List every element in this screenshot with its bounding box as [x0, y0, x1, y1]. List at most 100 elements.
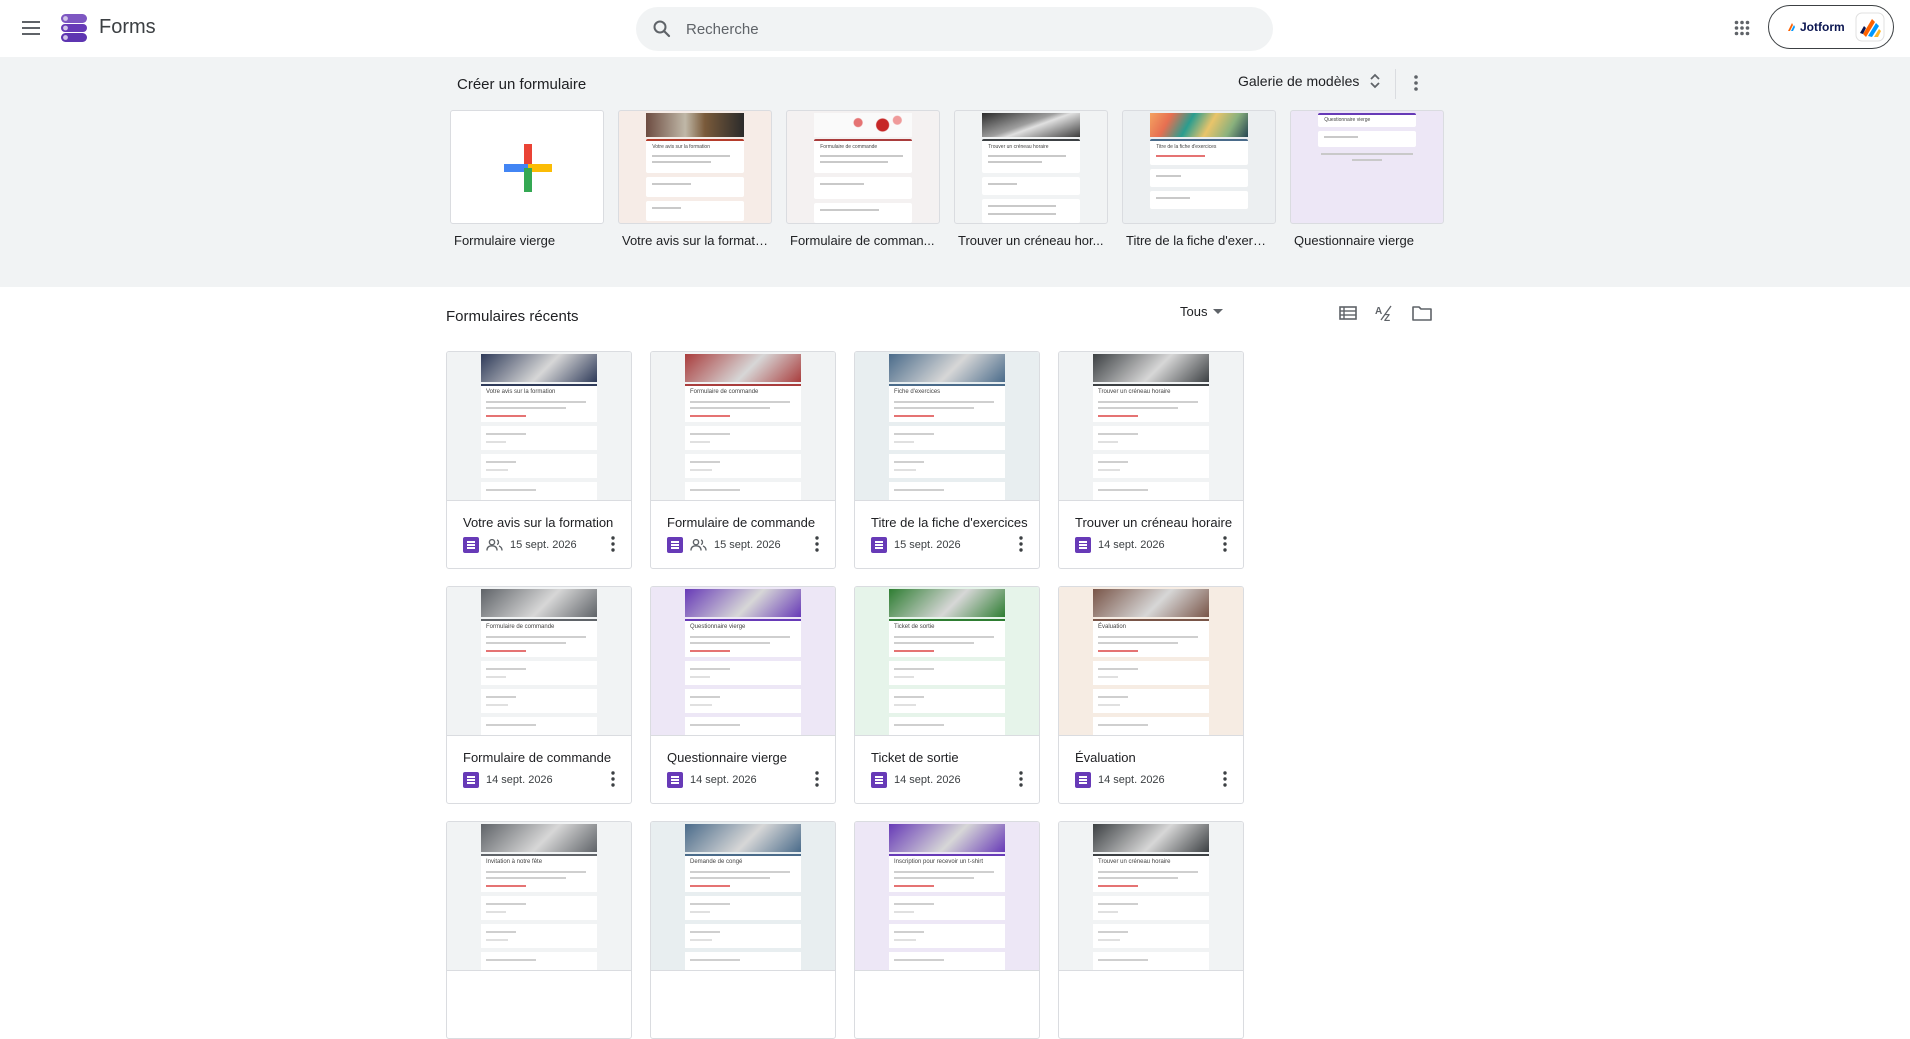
form-thumbnail: Demande de congé: [651, 822, 835, 971]
form-thumbnail: Ticket de sortie: [855, 587, 1039, 736]
form-more-button[interactable]: [1011, 767, 1031, 791]
template-thumbnail: Trouver un créneau horaire: [954, 110, 1108, 224]
form-title: Questionnaire vierge: [667, 750, 787, 765]
create-form-section: Créer un formulaire Galerie de modèles F…: [0, 57, 1910, 287]
recent-form-card[interactable]: Formulaire de commande Formulaire de comm…: [446, 586, 632, 804]
owner-filter-label: Tous: [1180, 304, 1208, 319]
form-date: 14 sept. 2026: [894, 774, 961, 786]
recent-form-card[interactable]: Formulaire de commande Formulaire de comm…: [650, 351, 836, 569]
template-order-form[interactable]: Formulaire de commande Formulaire de com…: [786, 110, 940, 248]
recent-form-card[interactable]: Demande de congé: [650, 821, 836, 1039]
form-thumbnail: Trouver un créneau horaire: [1059, 822, 1243, 971]
form-meta: 14 sept. 2026: [871, 772, 961, 788]
template-more-button[interactable]: [1404, 69, 1428, 97]
dropdown-arrow-icon: [1213, 308, 1224, 314]
form-more-button[interactable]: [807, 767, 827, 791]
form-preview-title: Évaluation: [1098, 624, 1127, 630]
form-card: [889, 426, 1005, 450]
template-blank-quiz[interactable]: Questionnaire vierge Questionnaire vierg…: [1290, 110, 1444, 248]
form-title: Trouver un créneau horaire: [1075, 515, 1233, 530]
file-picker-button[interactable]: [1408, 299, 1436, 327]
plus-icon: [504, 144, 552, 192]
form-preview-title: Questionnaire vierge: [690, 624, 746, 630]
search-icon[interactable]: [652, 19, 672, 39]
form-card: Titre de la fiche d'exercices: [1150, 139, 1248, 165]
form-card: [1318, 131, 1416, 147]
form-more-button[interactable]: [1011, 532, 1031, 556]
recent-forms-title: Formulaires récents: [446, 308, 579, 325]
template-worksheet[interactable]: Titre de la fiche d'exercices Titre de l…: [1122, 110, 1276, 248]
header-image: [685, 354, 801, 382]
forms-logo-icon[interactable]: [59, 13, 89, 43]
form-card: [1093, 924, 1209, 948]
form-meta: 15 sept. 2026: [463, 537, 577, 553]
form-more-button[interactable]: [807, 532, 827, 556]
recent-form-card[interactable]: Trouver un créneau horaire: [1058, 821, 1244, 1039]
divider: [1395, 69, 1396, 99]
search-input[interactable]: [686, 7, 1246, 51]
form-more-button[interactable]: [603, 532, 623, 556]
google-apps-button[interactable]: [1728, 14, 1756, 42]
template-gallery-button[interactable]: Galerie de modèles: [1238, 73, 1381, 89]
recent-form-card[interactable]: Évaluation Évaluation 14 sept. 2026: [1058, 586, 1244, 804]
form-meta: 14 sept. 2026: [463, 772, 553, 788]
forms-file-icon: [667, 772, 683, 788]
recent-form-card[interactable]: Questionnaire vierge Questionnaire vierge…: [650, 586, 836, 804]
recent-form-card[interactable]: Invitation à notre fête: [446, 821, 632, 1039]
form-meta: 15 sept. 2026: [667, 537, 781, 553]
form-preview-title: Questionnaire vierge: [1324, 117, 1371, 123]
header-image: [685, 824, 801, 852]
recent-form-card[interactable]: Ticket de sortie Ticket de sortie 14 sept.…: [854, 586, 1040, 804]
template-feedback[interactable]: Votre avis sur la formation Votre avis s…: [618, 110, 772, 248]
template-time-slot[interactable]: Trouver un créneau horaire Trouver un cr…: [954, 110, 1108, 248]
form-card: [1093, 661, 1209, 685]
main-menu-button[interactable]: [16, 12, 48, 44]
forms-file-icon: [463, 537, 479, 553]
app-title[interactable]: Forms: [99, 16, 156, 39]
text-line: [652, 161, 711, 163]
form-card: [685, 896, 801, 920]
form-preview-title: Votre avis sur la formation: [652, 144, 710, 150]
template-label: Votre avis sur la formati...: [622, 233, 768, 248]
text-line: [652, 155, 730, 157]
form-card: [1093, 689, 1209, 713]
form-card: Trouver un créneau horaire: [982, 139, 1080, 173]
form-more-button[interactable]: [1215, 532, 1235, 556]
header-image: [814, 113, 912, 137]
folder-icon: [1412, 306, 1432, 321]
form-card: [481, 482, 597, 500]
form-more-button[interactable]: [1215, 767, 1235, 791]
form-card: Fiche d'exercices: [889, 384, 1005, 422]
form-title: Évaluation: [1075, 750, 1136, 765]
form-preview-title: Trouver un créneau horaire: [988, 144, 1049, 150]
form-date: 14 sept. 2026: [1098, 539, 1165, 551]
jotform-logo-icon: [1855, 12, 1885, 42]
list-view-button[interactable]: [1334, 299, 1362, 327]
form-preview-title: Titre de la fiche d'exercices: [1156, 144, 1217, 150]
form-date: 14 sept. 2026: [690, 774, 757, 786]
more-vert-icon: [1223, 771, 1227, 787]
form-card: [685, 482, 801, 500]
header-image: [481, 354, 597, 382]
jotform-account-button[interactable]: Jotform: [1768, 5, 1894, 49]
more-vert-icon: [1223, 536, 1227, 552]
form-preview-title: Votre avis sur la formation: [486, 389, 556, 395]
sort-button[interactable]: AZ: [1371, 299, 1399, 327]
more-vert-icon: [611, 536, 615, 552]
header-image: [481, 589, 597, 617]
form-more-button[interactable]: [603, 767, 623, 791]
forms-file-icon: [871, 537, 887, 553]
list-view-icon: [1339, 306, 1357, 320]
recent-form-card[interactable]: Votre avis sur la formation Votre avis su…: [446, 351, 632, 569]
recent-form-card[interactable]: Inscription pour recevoir un t-shirt: [854, 821, 1040, 1039]
owner-filter-dropdown[interactable]: Tous: [1180, 304, 1224, 319]
recent-form-card[interactable]: Fiche d'exercices Titre de la fiche d'exe…: [854, 351, 1040, 569]
forms-file-icon: [1075, 537, 1091, 553]
recent-form-card[interactable]: Trouver un créneau horaire Trouver un cré…: [1058, 351, 1244, 569]
form-card: [1093, 454, 1209, 478]
form-meta: 15 sept. 2026: [871, 537, 961, 553]
template-blank-form[interactable]: Formulaire vierge: [450, 110, 604, 248]
form-card: Votre avis sur la formation: [481, 384, 597, 422]
template-thumbnail: Titre de la fiche d'exercices: [1122, 110, 1276, 224]
form-preview-title: Trouver un créneau horaire: [1098, 389, 1171, 395]
